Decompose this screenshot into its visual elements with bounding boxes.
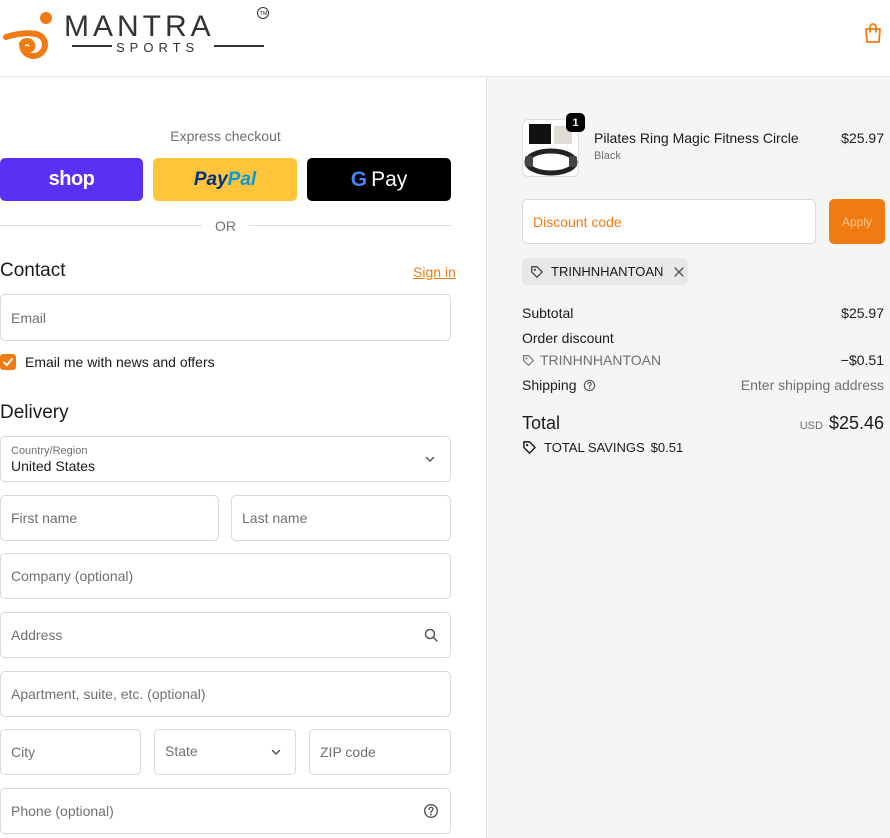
brand-trademark: TM	[260, 11, 268, 17]
tag-icon	[523, 354, 534, 366]
first-name-placeholder: First name	[11, 510, 78, 526]
discount-value: −$0.51	[840, 352, 884, 368]
chevron-down-icon	[425, 456, 435, 463]
city-field[interactable]: City	[0, 729, 141, 775]
google-pay-label: Pay	[371, 167, 408, 191]
tag-icon	[531, 265, 543, 278]
company-placeholder: Company (optional)	[11, 568, 134, 584]
state-placeholder: State	[165, 743, 198, 759]
subtotal-value: $25.97	[841, 305, 884, 321]
or-label: OR	[215, 218, 236, 234]
paypal-button[interactable]: Pay Pal	[153, 158, 297, 201]
total-label: Total	[522, 413, 561, 433]
header: MANTRA SPORTS TM	[0, 0, 890, 77]
email-field[interactable]: Email	[0, 294, 451, 341]
help-circle-icon[interactable]	[583, 379, 596, 392]
city-placeholder: City	[11, 744, 36, 760]
newsletter-checkbox[interactable]	[0, 354, 16, 370]
shop-pay-label: shop	[48, 168, 95, 190]
mantra-logo-icon: MANTRA SPORTS TM	[3, 7, 269, 59]
savings-value: $0.51	[650, 440, 684, 455]
product-name: Pilates Ring Magic Fitness Circle	[594, 130, 799, 146]
email-placeholder: Email	[11, 309, 47, 326]
country-value: United States	[11, 458, 96, 474]
applied-discount-code: TRINHNHANTOAN	[551, 264, 664, 279]
last-name-field[interactable]: Last name	[231, 495, 451, 541]
contact-title: Contact	[0, 260, 66, 281]
total-savings: TOTAL SAVINGS $0.51	[522, 440, 683, 455]
zip-placeholder: ZIP code	[320, 744, 376, 760]
search-icon[interactable]	[423, 627, 439, 643]
phone-field[interactable]: Phone (optional)	[0, 788, 451, 834]
shipping-label: Shipping	[522, 377, 577, 393]
apply-discount-button[interactable]: Apply	[829, 199, 885, 244]
country-select[interactable]: Country/Region United States	[0, 436, 451, 482]
close-icon[interactable]	[673, 266, 685, 278]
product-variant: Black	[594, 150, 621, 162]
brand-name: MANTRA	[64, 10, 215, 43]
phone-placeholder: Phone (optional)	[11, 803, 114, 819]
apartment-placeholder: Apartment, suite, etc. (optional)	[11, 686, 206, 702]
shipping-value: Enter shipping address	[740, 377, 884, 393]
order-summary: 1 Pilates Ring Magic Fitness Circle Blac…	[486, 77, 890, 838]
total-currency: USD	[799, 420, 823, 432]
shopping-bag-icon	[865, 23, 881, 43]
apartment-field[interactable]: Apartment, suite, etc. (optional)	[0, 671, 451, 717]
subtotal-label: Subtotal	[522, 305, 574, 321]
last-name-placeholder: Last name	[242, 510, 308, 526]
tag-icon	[523, 441, 536, 454]
zip-field[interactable]: ZIP code	[309, 729, 451, 775]
google-g-icon: G	[350, 167, 368, 191]
delivery-title: Delivery	[0, 402, 69, 423]
address-field[interactable]: Address	[0, 612, 451, 658]
discount-code-field[interactable]: Discount code	[522, 199, 816, 244]
paypal-label-part2: Pal	[227, 168, 257, 190]
address-placeholder: Address	[11, 627, 63, 643]
order-discount-label: Order discount	[522, 330, 614, 346]
newsletter-label: Email me with news and offers	[25, 354, 215, 370]
company-field[interactable]: Company (optional)	[0, 553, 451, 599]
discount-code-row: TRINHNHANTOAN	[522, 352, 661, 368]
discount-code-text: TRINHNHANTOAN	[540, 352, 662, 368]
google-pay-button[interactable]: G Pay	[307, 158, 451, 201]
state-select[interactable]: State	[154, 729, 296, 775]
product-price: $25.97	[841, 130, 884, 146]
brand-logo[interactable]: MANTRA SPORTS TM	[2, 4, 272, 60]
country-label: Country/Region	[11, 445, 88, 457]
total-amount: USD $25.46	[800, 413, 884, 434]
chevron-down-icon	[271, 749, 281, 756]
help-circle-icon[interactable]	[423, 803, 439, 819]
checkmark-icon	[3, 358, 13, 366]
checkout-form: Express checkout shop Pay Pal G Pay OR Co…	[0, 77, 486, 838]
sign-in-link[interactable]: Sign in	[413, 264, 456, 280]
savings-label: TOTAL SAVINGS	[544, 440, 645, 455]
first-name-field[interactable]: First name	[0, 495, 219, 541]
brand-tagline: SPORTS	[116, 40, 199, 55]
total-value: $25.46	[828, 413, 884, 433]
shipping-row: Shipping	[522, 377, 596, 393]
quantity-badge: 1	[566, 113, 585, 132]
paypal-label-part1: Pay	[193, 168, 228, 190]
shop-pay-button[interactable]: shop	[0, 158, 143, 201]
cart-button[interactable]	[860, 20, 886, 46]
applied-discount-chip: TRINHNHANTOAN	[522, 258, 688, 285]
express-checkout-label: Express checkout	[170, 128, 281, 144]
discount-code-placeholder: Discount code	[533, 214, 622, 230]
